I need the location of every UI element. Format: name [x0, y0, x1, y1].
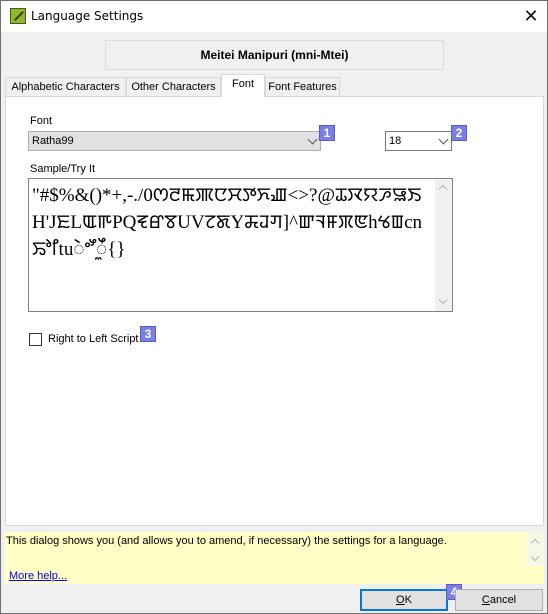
scroll-up-icon[interactable]	[438, 184, 448, 194]
sample-label: Sample/Try It	[30, 163, 95, 175]
help-scrollbar[interactable]	[527, 532, 544, 566]
close-icon: ✕	[523, 6, 539, 27]
close-button[interactable]: ✕	[515, 1, 547, 32]
tab-label: Font Features	[268, 81, 337, 93]
title-bar: Language Settings ✕	[1, 1, 547, 32]
marker-badge-2: 2	[451, 125, 467, 141]
rtl-checkbox[interactable]	[29, 333, 42, 346]
more-help-link[interactable]: More help...	[9, 570, 67, 582]
language-settings-dialog: Language Settings ✕ Meitei Manipuri (mni…	[0, 0, 548, 614]
cancel-button[interactable]: Cancel	[455, 589, 543, 611]
scroll-up-icon[interactable]	[530, 538, 540, 548]
rtl-label[interactable]: Right to Left Script	[48, 333, 139, 345]
font-size-value: 18	[389, 135, 402, 147]
tab-font-features[interactable]: Font Features	[265, 77, 340, 96]
help-panel: This dialog shows you (and allows you to…	[5, 532, 544, 584]
chevron-down-icon	[438, 134, 449, 145]
tab-alphabetic-characters[interactable]: Alphabetic Characters	[5, 77, 126, 96]
tab-label: Font	[231, 78, 254, 90]
cancel-label: ancel	[489, 594, 517, 606]
ok-button[interactable]: OK	[360, 589, 448, 611]
sample-scrollbar[interactable]	[435, 179, 452, 311]
language-name-header: Meitei Manipuri (mni-Mtei)	[105, 40, 444, 70]
chevron-down-icon	[307, 134, 318, 145]
ok-label: K	[404, 594, 412, 606]
font-size-dropdown[interactable]: 18	[385, 131, 452, 151]
marker-badge-1: 1	[319, 125, 335, 141]
help-text: This dialog shows you (and allows you to…	[6, 535, 447, 547]
app-leaf-icon	[10, 8, 26, 24]
tab-font[interactable]: Font	[221, 74, 265, 97]
tab-other-characters[interactable]: Other Characters	[126, 77, 221, 96]
sample-text: "#$%&()*+,-./0ꯁꯂꯃꯄꯅꯆꯇꯈꯉ<>?@ꯊꯋꯌꯍꯎꯏH'JꯐLꯑꯒ…	[32, 185, 422, 260]
font-dropdown-value: Ratha99	[32, 135, 74, 147]
scroll-down-icon[interactable]	[438, 295, 448, 305]
cancel-mnemonic: C	[481, 594, 490, 606]
sample-text-area[interactable]: "#$%&()*+,-./0ꯁꯂꯃꯄꯅꯆꯇꯈꯉ<>?@ꯊꯋꯌꯍꯎꯏH'JꯐLꯑꯒ…	[28, 178, 453, 312]
tab-label: Other Characters	[131, 81, 216, 93]
window-title: Language Settings	[31, 9, 144, 23]
ok-mnemonic: O	[396, 594, 405, 606]
scroll-down-icon[interactable]	[530, 552, 540, 562]
font-dropdown[interactable]: Ratha99	[28, 131, 321, 151]
marker-badge-3: 3	[140, 326, 156, 342]
tab-label: Alphabetic Characters	[11, 81, 120, 93]
font-label: Font	[30, 115, 53, 127]
